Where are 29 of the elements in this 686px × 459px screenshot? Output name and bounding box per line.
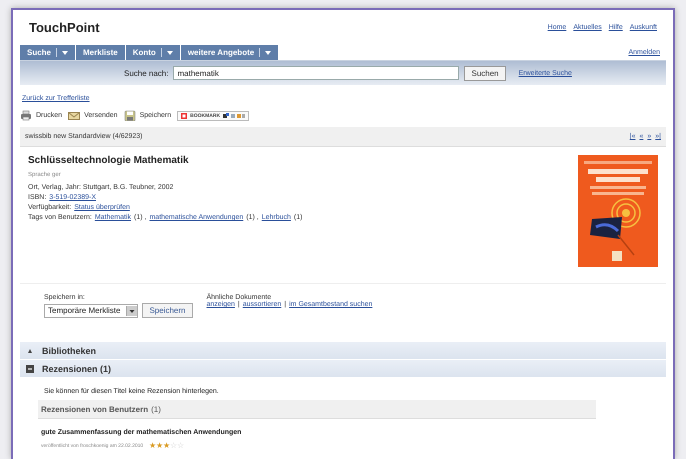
nav-tab[interactable]: Merkliste (76, 45, 126, 60)
printer-icon (20, 110, 32, 121)
save-button[interactable]: Speichern (142, 303, 192, 318)
star-icon: ★ (156, 442, 164, 450)
star-icon: ☆ (170, 442, 178, 450)
bookmark-icon (181, 112, 188, 118)
section-header[interactable]: Bibliotheken (20, 342, 666, 360)
logo-text: TouchPoint (29, 20, 100, 35)
caret-icon (265, 50, 272, 54)
star-icon: ★ (149, 442, 156, 450)
share-icons-drawing (223, 112, 246, 118)
reviews-heading: Rezensionen von Benutzern (41, 404, 148, 414)
star-icon: ★ (163, 442, 170, 450)
search-label: Suche nach: (124, 68, 168, 78)
search-button[interactable]: Suchen (464, 66, 506, 80)
nav-tab[interactable]: Suche (20, 45, 76, 60)
list-dropdown[interactable]: Temporäre Merkliste (44, 304, 138, 318)
expand-icon (26, 346, 34, 354)
search-field[interactable]: mathematik (173, 66, 460, 80)
section-header[interactable]: Rezensionen (1) (20, 360, 666, 378)
caret-icon (166, 50, 173, 54)
envelope-icon (68, 110, 80, 121)
nav-tab[interactable]: Konto (126, 45, 181, 60)
review-count: (1) (151, 404, 161, 414)
record-title: Schlüsseltechnologie Mathematik (28, 155, 190, 166)
nav-tab[interactable]: weitere Angebote (180, 45, 280, 60)
caret-icon (62, 50, 68, 54)
collapse-icon (26, 364, 34, 372)
star-icon: ☆ (177, 442, 184, 450)
